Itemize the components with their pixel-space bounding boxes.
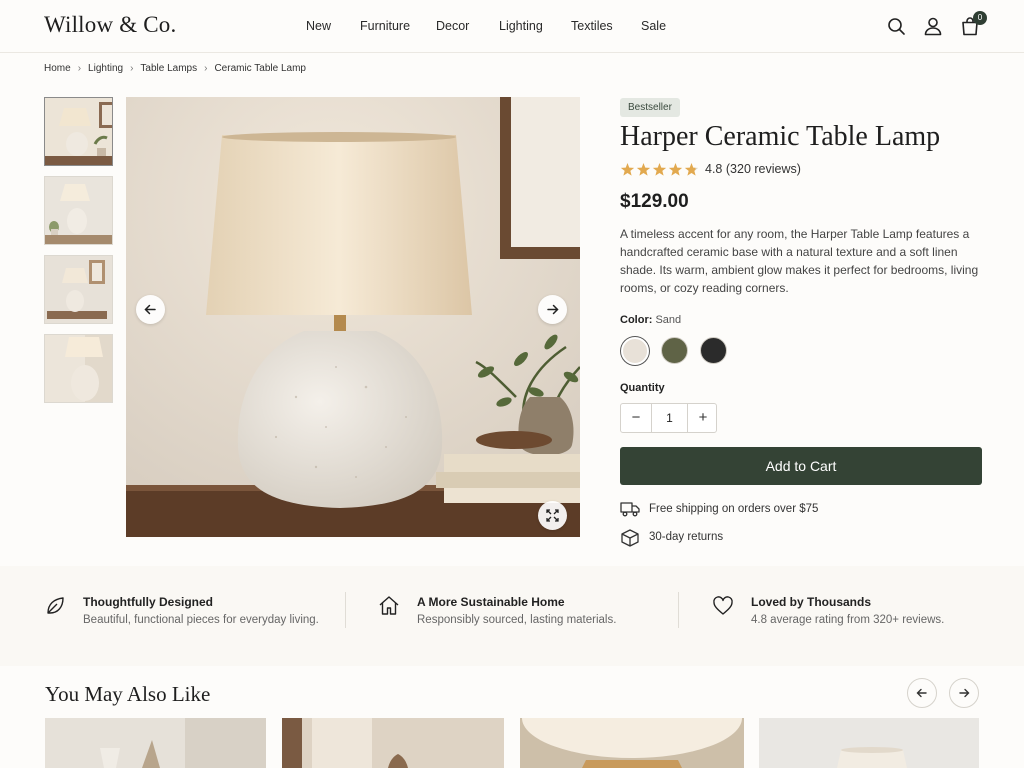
- box-icon: [621, 529, 639, 547]
- star-icon: [620, 163, 635, 176]
- features-strip: Thoughtfully Designed Beautiful, functio…: [0, 566, 1024, 666]
- star-icon: [636, 163, 651, 176]
- nav-item-decor[interactable]: Decor: [436, 19, 469, 33]
- product-card[interactable]: [45, 718, 266, 768]
- rating-summary[interactable]: 4.8 (320 reviews): [705, 162, 801, 176]
- chevron-right-icon: ›: [204, 63, 208, 74]
- carousel-next-button[interactable]: [949, 678, 979, 708]
- account-icon[interactable]: [922, 15, 944, 37]
- feature-subtitle: 4.8 average rating from 320+ reviews.: [751, 614, 945, 626]
- product-price: $129.00: [620, 191, 689, 212]
- home-icon: [379, 596, 399, 615]
- product-thumbnail-2[interactable]: [44, 176, 113, 245]
- divider: [345, 592, 346, 628]
- feature-designed: Thoughtfully Designed Beautiful, functio…: [44, 592, 334, 642]
- carousel-prev-button[interactable]: [907, 678, 937, 708]
- site-header: Willow & Co. New Furniture Decor Lightin…: [0, 0, 1024, 53]
- color-swatch-charcoal[interactable]: [700, 337, 727, 364]
- arrow-left-icon: [144, 304, 156, 315]
- color-label-text: Color:: [620, 314, 653, 326]
- arrow-right-icon: [959, 688, 970, 698]
- breadcrumb: Home › Lighting › Table Lamps › Ceramic Table …: [44, 63, 306, 74]
- bestseller-badge: Bestseller: [620, 98, 680, 117]
- product-card[interactable]: [282, 718, 504, 768]
- next-image-button[interactable]: [538, 295, 567, 324]
- rating-value: 4.8: [705, 162, 723, 176]
- breadcrumb-home[interactable]: Home: [44, 63, 71, 74]
- feature-title: A More Sustainable Home: [417, 595, 565, 609]
- star-rating: [620, 163, 699, 176]
- feature-sustainable: A More Sustainable Home Responsibly sour…: [378, 592, 668, 642]
- cart-count-badge: 0: [973, 11, 987, 25]
- product-description: A timeless accent for any room, the Harp…: [620, 227, 979, 295]
- returns-perk: 30-day returns: [620, 528, 723, 548]
- quantity-stepper: − 1 +: [620, 403, 717, 433]
- search-icon[interactable]: [885, 15, 907, 37]
- breadcrumb-current: Ceramic Table Lamp: [214, 63, 306, 74]
- chevron-right-icon: ›: [77, 63, 82, 74]
- product-card[interactable]: [759, 718, 979, 768]
- product-title: Harper Ceramic Table Lamp: [620, 121, 941, 152]
- shipping-text: Free shipping on orders over $75: [649, 503, 819, 515]
- breadcrumb-lighting[interactable]: Lighting: [88, 63, 123, 74]
- zoom-image-button[interactable]: [538, 501, 567, 530]
- quantity-input[interactable]: 1: [651, 404, 688, 432]
- breadcrumb-table-lamps[interactable]: Table Lamps: [140, 63, 197, 74]
- arrow-right-icon: [547, 304, 559, 315]
- leaf-icon: [47, 597, 64, 614]
- returns-text: 30-day returns: [649, 531, 724, 543]
- review-count: (320 reviews): [725, 162, 801, 176]
- main-nav: New Furniture Decor Lighting Textiles Sa…: [0, 19, 1024, 35]
- nav-item-new[interactable]: New: [306, 19, 331, 33]
- arrow-left-icon: [916, 688, 927, 698]
- nav-item-sale[interactable]: Sale: [641, 19, 666, 33]
- add-to-cart-button[interactable]: Add to Cart: [620, 447, 982, 485]
- color-swatch-olive[interactable]: [661, 337, 688, 364]
- feature-subtitle: Responsibly sourced, lasting materials.: [417, 614, 617, 626]
- shipping-perk: Free shipping on orders over $75: [620, 500, 818, 520]
- chevron-right-icon: ›: [130, 63, 134, 74]
- product-thumbnail-3[interactable]: [44, 255, 113, 324]
- prev-image-button[interactable]: [136, 295, 165, 324]
- feature-title: Thoughtfully Designed: [83, 595, 213, 609]
- expand-icon: [546, 509, 559, 522]
- star-icon: [668, 163, 683, 176]
- divider: [678, 592, 679, 628]
- star-icon: [652, 163, 667, 176]
- increase-quantity-button[interactable]: +: [688, 404, 718, 432]
- feature-subtitle: Beautiful, functional pieces for everyda…: [83, 614, 319, 626]
- nav-item-lighting[interactable]: Lighting: [499, 19, 543, 33]
- product-main-image: [126, 97, 580, 537]
- heart-icon: [713, 596, 733, 615]
- star-icon: [684, 163, 699, 176]
- nav-item-textiles[interactable]: Textiles: [571, 19, 613, 33]
- quantity-label: Quantity: [620, 382, 665, 394]
- product-thumbnail-4[interactable]: [44, 334, 113, 403]
- product-card[interactable]: [520, 718, 744, 768]
- color-label: Color: Sand: [620, 314, 681, 326]
- decrease-quantity-button[interactable]: −: [621, 404, 651, 432]
- feature-loved: Loved by Thousands 4.8 average rating fr…: [712, 592, 1002, 642]
- color-swatch-sand[interactable]: [621, 337, 649, 365]
- recommendations-title: You May Also Like: [45, 682, 211, 706]
- nav-item-furniture[interactable]: Furniture: [360, 19, 410, 33]
- truck-icon: [620, 502, 640, 517]
- feature-title: Loved by Thousands: [751, 595, 872, 609]
- color-value: Sand: [655, 314, 682, 326]
- product-thumbnail-1[interactable]: [44, 97, 113, 166]
